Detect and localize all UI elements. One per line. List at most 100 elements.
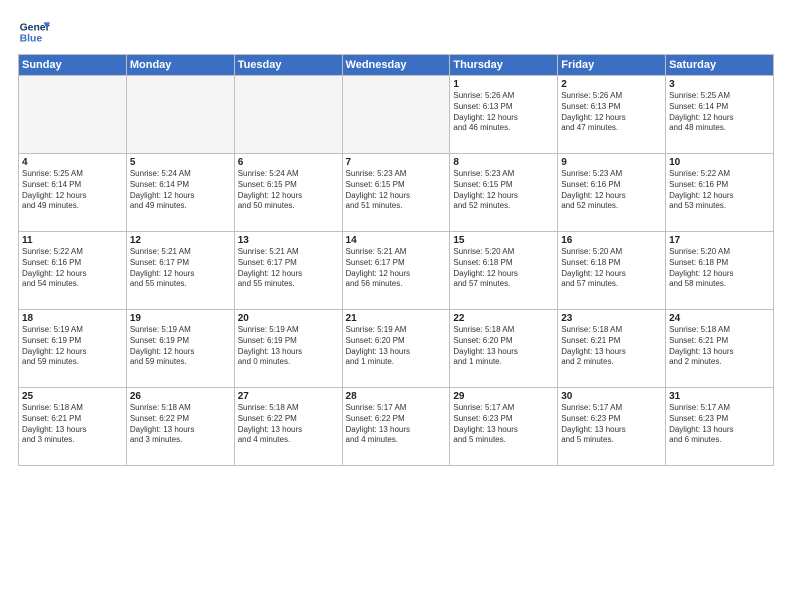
day-number: 21 <box>346 313 447 324</box>
col-header-wednesday: Wednesday <box>342 55 450 76</box>
calendar-cell: 3Sunrise: 5:25 AM Sunset: 6:14 PM Daylig… <box>666 76 774 154</box>
col-header-thursday: Thursday <box>450 55 558 76</box>
calendar-cell: 13Sunrise: 5:21 AM Sunset: 6:17 PM Dayli… <box>234 232 342 310</box>
day-number: 5 <box>130 157 231 168</box>
calendar-cell: 5Sunrise: 5:24 AM Sunset: 6:14 PM Daylig… <box>126 154 234 232</box>
day-number: 18 <box>22 313 123 324</box>
day-info: Sunrise: 5:25 AM Sunset: 6:14 PM Dayligh… <box>669 91 770 134</box>
week-row-1: 4Sunrise: 5:25 AM Sunset: 6:14 PM Daylig… <box>19 154 774 232</box>
day-number: 7 <box>346 157 447 168</box>
day-info: Sunrise: 5:23 AM Sunset: 6:16 PM Dayligh… <box>561 169 662 212</box>
day-info: Sunrise: 5:23 AM Sunset: 6:15 PM Dayligh… <box>346 169 447 212</box>
day-number: 3 <box>669 79 770 90</box>
calendar-cell: 24Sunrise: 5:18 AM Sunset: 6:21 PM Dayli… <box>666 310 774 388</box>
calendar-cell: 12Sunrise: 5:21 AM Sunset: 6:17 PM Dayli… <box>126 232 234 310</box>
calendar-cell: 10Sunrise: 5:22 AM Sunset: 6:16 PM Dayli… <box>666 154 774 232</box>
day-info: Sunrise: 5:18 AM Sunset: 6:21 PM Dayligh… <box>669 325 770 368</box>
day-number: 15 <box>453 235 554 246</box>
day-info: Sunrise: 5:20 AM Sunset: 6:18 PM Dayligh… <box>669 247 770 290</box>
calendar-cell: 23Sunrise: 5:18 AM Sunset: 6:21 PM Dayli… <box>558 310 666 388</box>
calendar-cell: 28Sunrise: 5:17 AM Sunset: 6:22 PM Dayli… <box>342 388 450 466</box>
calendar-cell: 26Sunrise: 5:18 AM Sunset: 6:22 PM Dayli… <box>126 388 234 466</box>
day-info: Sunrise: 5:19 AM Sunset: 6:19 PM Dayligh… <box>22 325 123 368</box>
day-info: Sunrise: 5:18 AM Sunset: 6:22 PM Dayligh… <box>130 403 231 446</box>
calendar-cell: 30Sunrise: 5:17 AM Sunset: 6:23 PM Dayli… <box>558 388 666 466</box>
calendar-cell: 29Sunrise: 5:17 AM Sunset: 6:23 PM Dayli… <box>450 388 558 466</box>
day-info: Sunrise: 5:17 AM Sunset: 6:23 PM Dayligh… <box>453 403 554 446</box>
day-info: Sunrise: 5:18 AM Sunset: 6:22 PM Dayligh… <box>238 403 339 446</box>
week-row-3: 18Sunrise: 5:19 AM Sunset: 6:19 PM Dayli… <box>19 310 774 388</box>
calendar-cell: 17Sunrise: 5:20 AM Sunset: 6:18 PM Dayli… <box>666 232 774 310</box>
col-header-monday: Monday <box>126 55 234 76</box>
day-number: 1 <box>453 79 554 90</box>
day-info: Sunrise: 5:20 AM Sunset: 6:18 PM Dayligh… <box>453 247 554 290</box>
calendar-cell: 18Sunrise: 5:19 AM Sunset: 6:19 PM Dayli… <box>19 310 127 388</box>
day-info: Sunrise: 5:17 AM Sunset: 6:22 PM Dayligh… <box>346 403 447 446</box>
week-row-0: 1Sunrise: 5:26 AM Sunset: 6:13 PM Daylig… <box>19 76 774 154</box>
calendar-cell: 2Sunrise: 5:26 AM Sunset: 6:13 PM Daylig… <box>558 76 666 154</box>
calendar-cell: 20Sunrise: 5:19 AM Sunset: 6:19 PM Dayli… <box>234 310 342 388</box>
day-number: 12 <box>130 235 231 246</box>
day-number: 6 <box>238 157 339 168</box>
day-info: Sunrise: 5:20 AM Sunset: 6:18 PM Dayligh… <box>561 247 662 290</box>
day-info: Sunrise: 5:19 AM Sunset: 6:19 PM Dayligh… <box>130 325 231 368</box>
calendar-cell: 14Sunrise: 5:21 AM Sunset: 6:17 PM Dayli… <box>342 232 450 310</box>
day-info: Sunrise: 5:17 AM Sunset: 6:23 PM Dayligh… <box>669 403 770 446</box>
calendar-cell <box>234 76 342 154</box>
calendar-cell: 6Sunrise: 5:24 AM Sunset: 6:15 PM Daylig… <box>234 154 342 232</box>
week-row-2: 11Sunrise: 5:22 AM Sunset: 6:16 PM Dayli… <box>19 232 774 310</box>
calendar-cell: 19Sunrise: 5:19 AM Sunset: 6:19 PM Dayli… <box>126 310 234 388</box>
day-info: Sunrise: 5:21 AM Sunset: 6:17 PM Dayligh… <box>346 247 447 290</box>
calendar-cell: 22Sunrise: 5:18 AM Sunset: 6:20 PM Dayli… <box>450 310 558 388</box>
day-number: 16 <box>561 235 662 246</box>
day-number: 30 <box>561 391 662 402</box>
calendar-cell <box>126 76 234 154</box>
calendar-cell <box>342 76 450 154</box>
calendar-cell <box>19 76 127 154</box>
svg-text:Blue: Blue <box>20 34 43 45</box>
day-number: 26 <box>130 391 231 402</box>
day-info: Sunrise: 5:22 AM Sunset: 6:16 PM Dayligh… <box>22 247 123 290</box>
day-info: Sunrise: 5:19 AM Sunset: 6:20 PM Dayligh… <box>346 325 447 368</box>
day-number: 11 <box>22 235 123 246</box>
day-info: Sunrise: 5:25 AM Sunset: 6:14 PM Dayligh… <box>22 169 123 212</box>
calendar-cell: 11Sunrise: 5:22 AM Sunset: 6:16 PM Dayli… <box>19 232 127 310</box>
day-number: 23 <box>561 313 662 324</box>
day-info: Sunrise: 5:22 AM Sunset: 6:16 PM Dayligh… <box>669 169 770 212</box>
calendar-cell: 27Sunrise: 5:18 AM Sunset: 6:22 PM Dayli… <box>234 388 342 466</box>
header: General Blue <box>18 16 774 48</box>
calendar-table: SundayMondayTuesdayWednesdayThursdayFrid… <box>18 54 774 466</box>
day-number: 17 <box>669 235 770 246</box>
day-number: 2 <box>561 79 662 90</box>
day-info: Sunrise: 5:17 AM Sunset: 6:23 PM Dayligh… <box>561 403 662 446</box>
col-header-friday: Friday <box>558 55 666 76</box>
day-number: 9 <box>561 157 662 168</box>
calendar-cell: 31Sunrise: 5:17 AM Sunset: 6:23 PM Dayli… <box>666 388 774 466</box>
calendar-cell: 4Sunrise: 5:25 AM Sunset: 6:14 PM Daylig… <box>19 154 127 232</box>
header-row: SundayMondayTuesdayWednesdayThursdayFrid… <box>19 55 774 76</box>
day-number: 4 <box>22 157 123 168</box>
day-info: Sunrise: 5:18 AM Sunset: 6:21 PM Dayligh… <box>561 325 662 368</box>
calendar-cell: 1Sunrise: 5:26 AM Sunset: 6:13 PM Daylig… <box>450 76 558 154</box>
day-number: 14 <box>346 235 447 246</box>
day-number: 31 <box>669 391 770 402</box>
day-info: Sunrise: 5:24 AM Sunset: 6:15 PM Dayligh… <box>238 169 339 212</box>
calendar-cell: 15Sunrise: 5:20 AM Sunset: 6:18 PM Dayli… <box>450 232 558 310</box>
day-number: 8 <box>453 157 554 168</box>
day-number: 19 <box>130 313 231 324</box>
calendar-cell: 8Sunrise: 5:23 AM Sunset: 6:15 PM Daylig… <box>450 154 558 232</box>
day-info: Sunrise: 5:26 AM Sunset: 6:13 PM Dayligh… <box>453 91 554 134</box>
day-number: 22 <box>453 313 554 324</box>
day-info: Sunrise: 5:26 AM Sunset: 6:13 PM Dayligh… <box>561 91 662 134</box>
day-number: 20 <box>238 313 339 324</box>
day-number: 27 <box>238 391 339 402</box>
calendar-cell: 16Sunrise: 5:20 AM Sunset: 6:18 PM Dayli… <box>558 232 666 310</box>
week-row-4: 25Sunrise: 5:18 AM Sunset: 6:21 PM Dayli… <box>19 388 774 466</box>
day-info: Sunrise: 5:21 AM Sunset: 6:17 PM Dayligh… <box>238 247 339 290</box>
day-number: 28 <box>346 391 447 402</box>
col-header-saturday: Saturday <box>666 55 774 76</box>
day-number: 25 <box>22 391 123 402</box>
day-number: 10 <box>669 157 770 168</box>
day-number: 29 <box>453 391 554 402</box>
day-info: Sunrise: 5:24 AM Sunset: 6:14 PM Dayligh… <box>130 169 231 212</box>
